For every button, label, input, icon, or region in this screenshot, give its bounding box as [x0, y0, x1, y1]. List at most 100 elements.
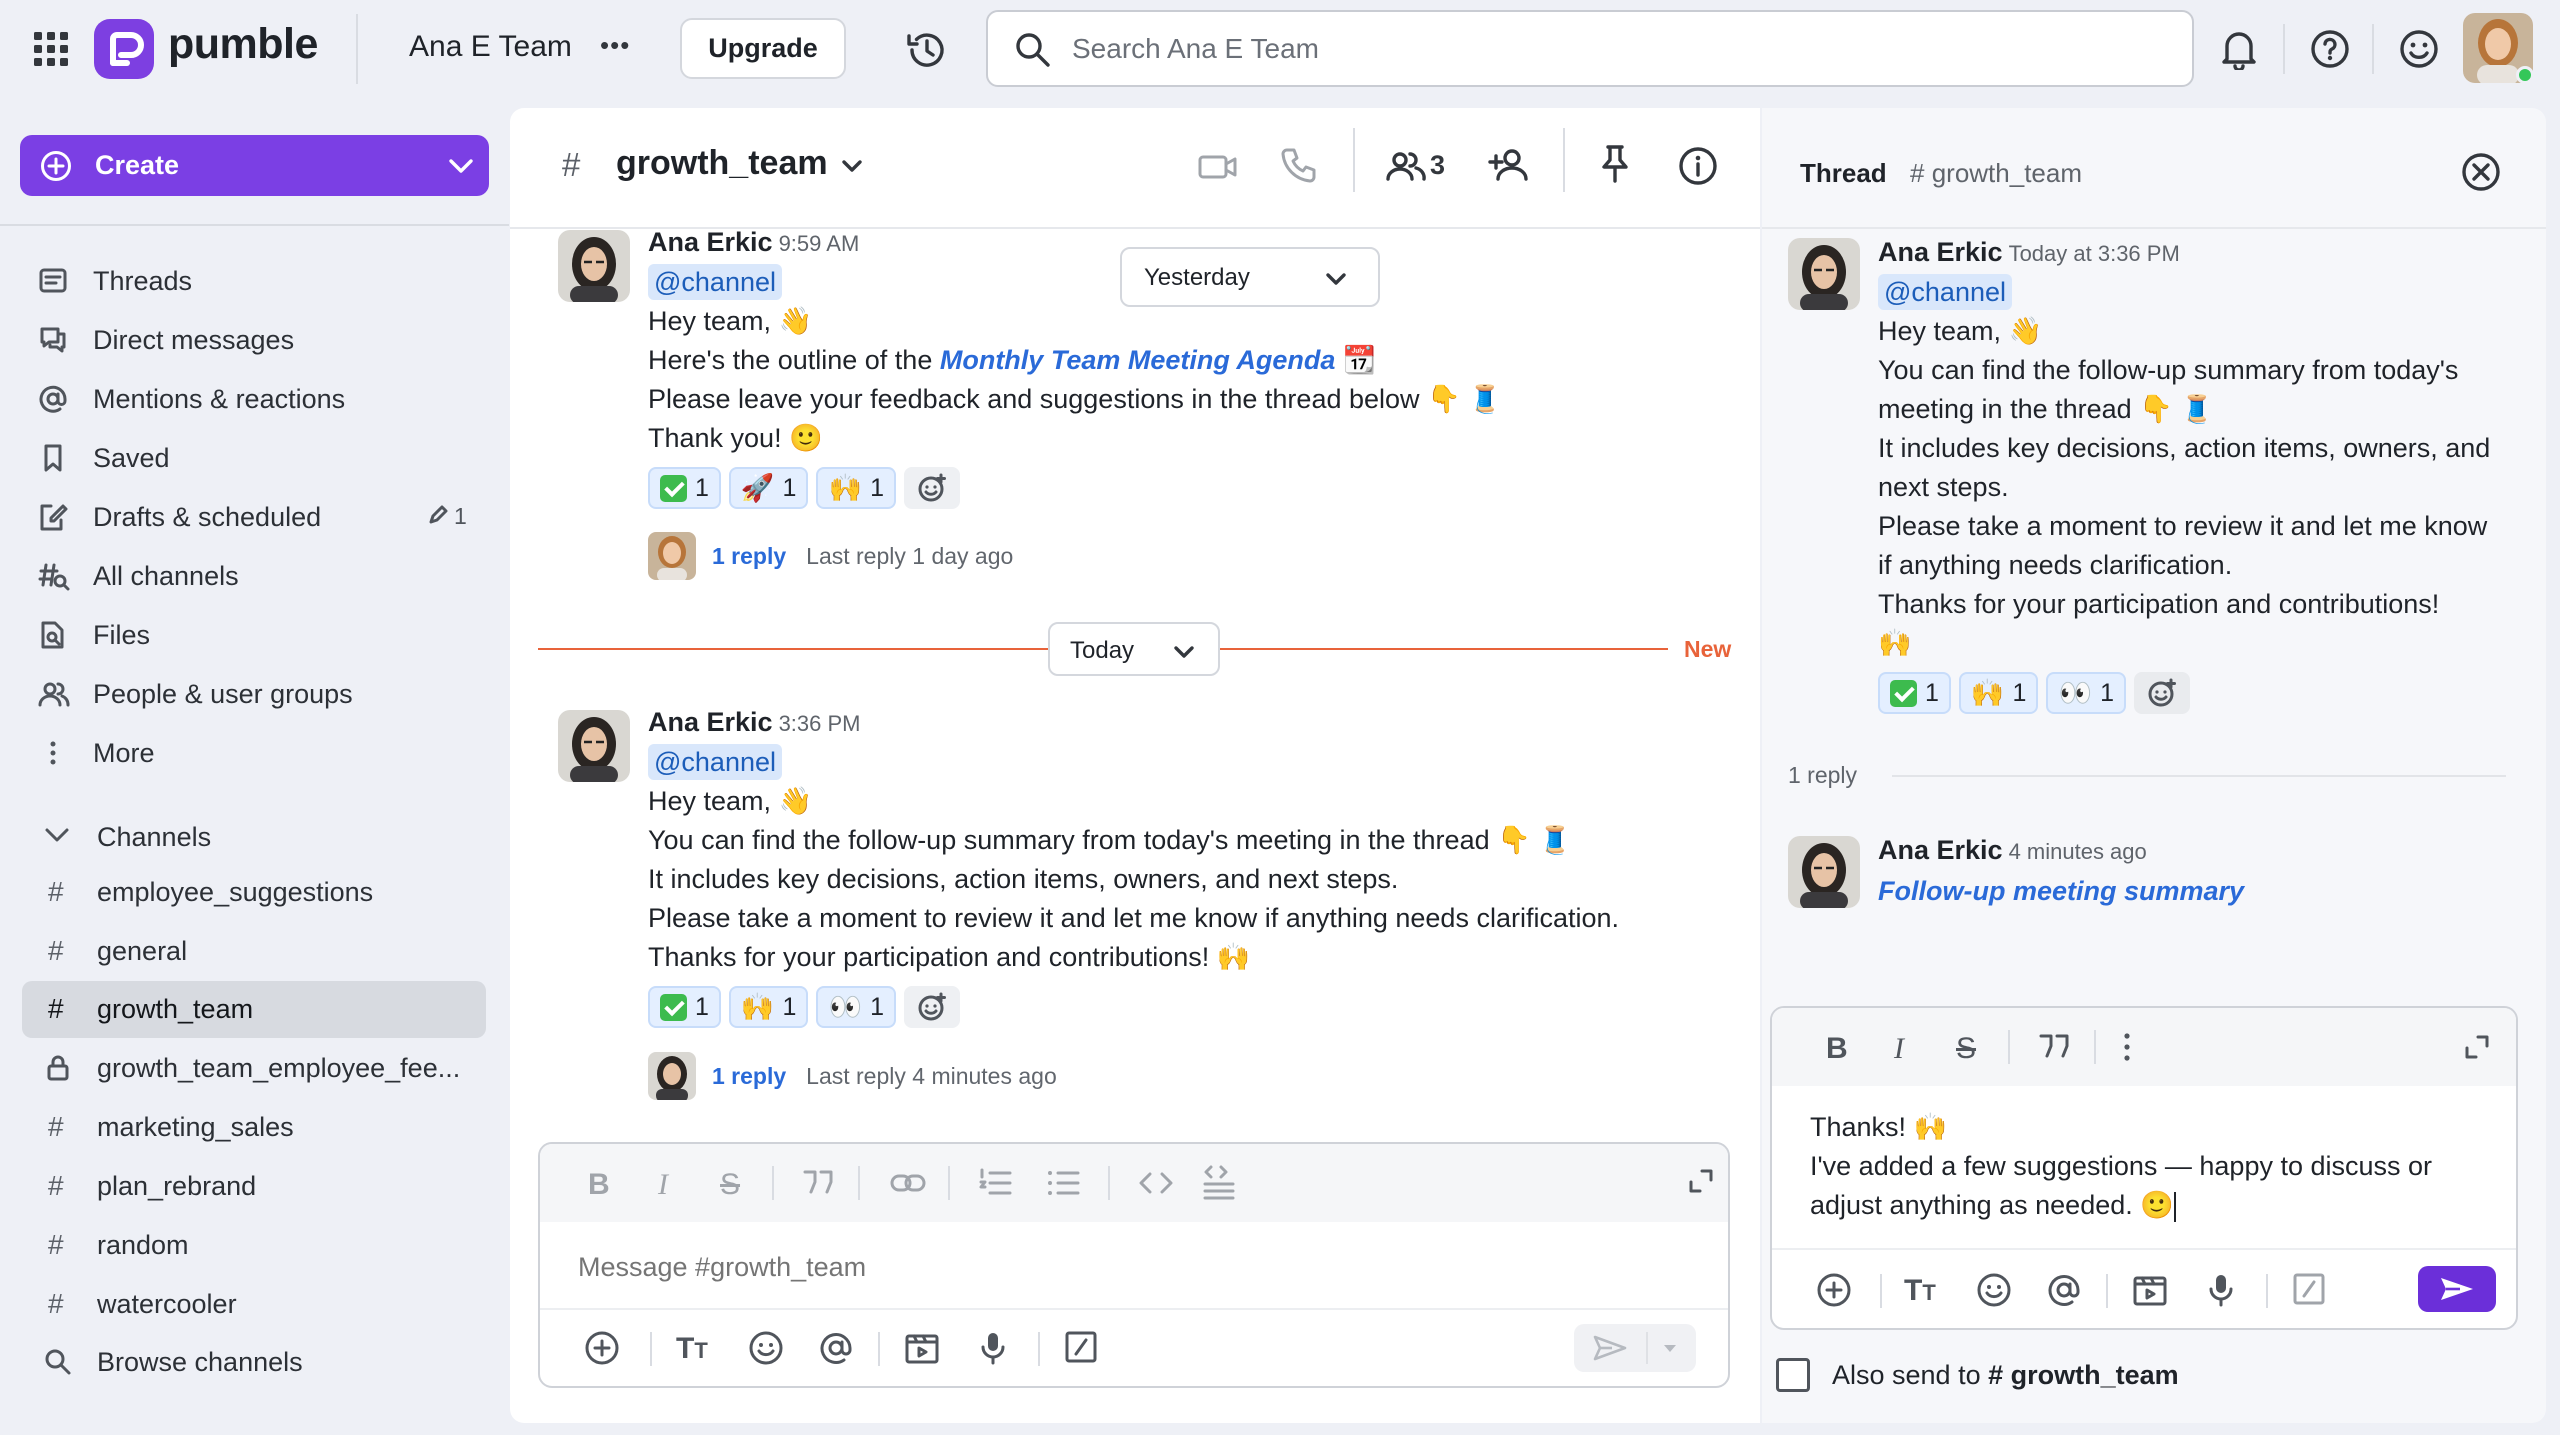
- video-clip-icon[interactable]: [2132, 1272, 2168, 1308]
- text-format-icon[interactable]: TT: [1904, 1274, 1936, 1308]
- chevron-down-icon[interactable]: [448, 157, 474, 175]
- send-button[interactable]: [2418, 1266, 2496, 1312]
- thread-close-icon[interactable]: [2461, 152, 2501, 192]
- author-name[interactable]: Ana Erkic: [1878, 237, 2003, 267]
- link-icon[interactable]: [890, 1172, 926, 1196]
- search-bar[interactable]: [986, 10, 2194, 87]
- send-button[interactable]: [1574, 1324, 1696, 1372]
- agenda-link[interactable]: Monthly Team Meeting Agenda: [940, 345, 1336, 375]
- strikethrough-icon[interactable]: S: [1956, 1032, 1976, 1066]
- channel-title[interactable]: growth_team: [616, 144, 828, 183]
- add-attachment-icon[interactable]: [584, 1330, 620, 1366]
- quote-icon[interactable]: [2038, 1032, 2072, 1060]
- reaction-eyes[interactable]: 👀1: [816, 986, 896, 1028]
- upgrade-button[interactable]: Upgrade: [680, 18, 846, 79]
- sidebar-channel-employee-suggestions[interactable]: # employee_suggestions: [22, 864, 486, 921]
- code-block-icon[interactable]: [1202, 1164, 1236, 1200]
- thread-reply-input[interactable]: Thanks! 🙌 I've added a few suggestions —…: [1810, 1108, 2432, 1225]
- also-send-checkbox[interactable]: [1776, 1358, 1810, 1392]
- sidebar-item-more[interactable]: More: [0, 726, 509, 778]
- video-clip-icon[interactable]: [904, 1330, 940, 1366]
- numbered-list-icon[interactable]: [978, 1168, 1012, 1198]
- microphone-icon[interactable]: [978, 1330, 1008, 1366]
- pin-icon[interactable]: [1600, 144, 1630, 184]
- avatar[interactable]: [1788, 238, 1860, 310]
- channels-section-header[interactable]: Channels: [0, 810, 509, 862]
- members-icon[interactable]: [1386, 150, 1426, 182]
- sidebar-browse-channels[interactable]: Browse channels: [22, 1334, 486, 1391]
- quote-icon[interactable]: [802, 1168, 836, 1196]
- avatar[interactable]: [558, 710, 630, 782]
- sidebar-item-threads[interactable]: Threads: [0, 254, 509, 306]
- channel-mention[interactable]: @channel: [648, 744, 782, 780]
- sidebar-item-people[interactable]: People & user groups: [0, 667, 509, 719]
- sidebar-channel-marketing-sales[interactable]: # marketing_sales: [22, 1099, 486, 1156]
- sidebar-item-all-channels[interactable]: All channels: [0, 549, 509, 601]
- strikethrough-icon[interactable]: S: [720, 1168, 740, 1202]
- search-input[interactable]: [1072, 26, 2152, 72]
- slash-command-icon[interactable]: [1064, 1330, 1098, 1364]
- reaction-raised-hands[interactable]: 🙌 1: [728, 986, 809, 1028]
- reaction-check[interactable]: 1: [648, 467, 721, 509]
- follow-up-summary-link[interactable]: Follow-up meeting summary: [1878, 876, 2244, 906]
- reaction-check[interactable]: 1: [1878, 672, 1951, 714]
- thread-channel[interactable]: # growth_team: [1910, 158, 2082, 189]
- sidebar-item-drafts[interactable]: Drafts & scheduled 1: [0, 490, 509, 542]
- author-name[interactable]: Ana Erkic: [648, 707, 773, 737]
- date-pill-today[interactable]: Today: [1048, 622, 1220, 676]
- reaction-rocket[interactable]: 🚀 1: [728, 467, 809, 509]
- reaction-raised-hands[interactable]: 🙌 1: [1958, 672, 2039, 714]
- microphone-icon[interactable]: [2206, 1272, 2236, 1308]
- sidebar-item-mentions[interactable]: Mentions & reactions: [0, 372, 509, 424]
- author-name[interactable]: Ana Erkic: [1878, 835, 2003, 865]
- bold-icon[interactable]: B: [588, 1168, 610, 1202]
- help-icon[interactable]: [2309, 28, 2351, 70]
- channel-mention[interactable]: @channel: [1878, 274, 2012, 310]
- add-reaction-button[interactable]: [2133, 672, 2190, 714]
- avatar[interactable]: [558, 230, 630, 302]
- sidebar-channel-plan-rebrand[interactable]: # plan_rebrand: [22, 1158, 486, 1215]
- video-call-icon[interactable]: [1198, 153, 1238, 181]
- emoji-icon[interactable]: [1976, 1272, 2012, 1308]
- mention-icon[interactable]: [818, 1330, 854, 1366]
- avatar[interactable]: [1788, 836, 1860, 908]
- chevron-down-icon[interactable]: [840, 158, 864, 174]
- mention-icon[interactable]: [2046, 1272, 2082, 1308]
- add-reaction-button[interactable]: [903, 467, 960, 509]
- phone-icon[interactable]: [1278, 146, 1318, 186]
- reaction-check[interactable]: 1: [648, 986, 721, 1028]
- sidebar-item-files[interactable]: Files: [0, 608, 509, 660]
- text-format-icon[interactable]: TT: [676, 1332, 708, 1366]
- italic-icon[interactable]: I: [1894, 1032, 1904, 1066]
- bold-icon[interactable]: B: [1826, 1032, 1848, 1066]
- code-icon[interactable]: [1138, 1170, 1174, 1196]
- thread-reply-summary[interactable]: 1 reply Last reply 4 minutes ago: [648, 1052, 1057, 1100]
- reply-count-link[interactable]: 1 reply: [712, 1063, 786, 1090]
- reply-count-link[interactable]: 1 reply: [712, 543, 786, 570]
- date-pill-yesterday[interactable]: Yesterday: [1120, 247, 1380, 307]
- more-formatting-icon[interactable]: [2120, 1032, 2134, 1062]
- expand-icon[interactable]: [2464, 1034, 2490, 1060]
- message-input[interactable]: [578, 1244, 1678, 1290]
- reaction-raised-hands[interactable]: 🙌 1: [816, 467, 896, 509]
- thread-reply-summary[interactable]: 1 reply Last reply 1 day ago: [648, 532, 1013, 580]
- expand-icon[interactable]: [1688, 1168, 1714, 1194]
- member-count[interactable]: 3: [1430, 150, 1445, 181]
- sidebar-channel-general[interactable]: # general: [22, 923, 486, 980]
- sidebar-channel-random[interactable]: # random: [22, 1217, 486, 1274]
- info-icon[interactable]: [1678, 146, 1718, 186]
- sidebar-item-direct-messages[interactable]: Direct messages: [0, 313, 509, 365]
- app-grid-icon[interactable]: [34, 32, 68, 66]
- bullet-list-icon[interactable]: [1046, 1168, 1080, 1198]
- author-name[interactable]: Ana Erkic: [648, 227, 773, 257]
- workspace-more-icon[interactable]: •••: [600, 30, 630, 61]
- emoji-icon[interactable]: [748, 1330, 784, 1366]
- italic-icon[interactable]: I: [658, 1168, 668, 1202]
- add-attachment-icon[interactable]: [1816, 1272, 1852, 1308]
- sidebar-item-saved[interactable]: Saved: [0, 431, 509, 483]
- channel-mention[interactable]: @channel: [648, 264, 782, 300]
- status-emoji-icon[interactable]: [2398, 28, 2440, 70]
- create-button[interactable]: Create: [20, 135, 489, 196]
- history-icon[interactable]: [904, 30, 946, 70]
- add-reaction-button[interactable]: [903, 986, 960, 1028]
